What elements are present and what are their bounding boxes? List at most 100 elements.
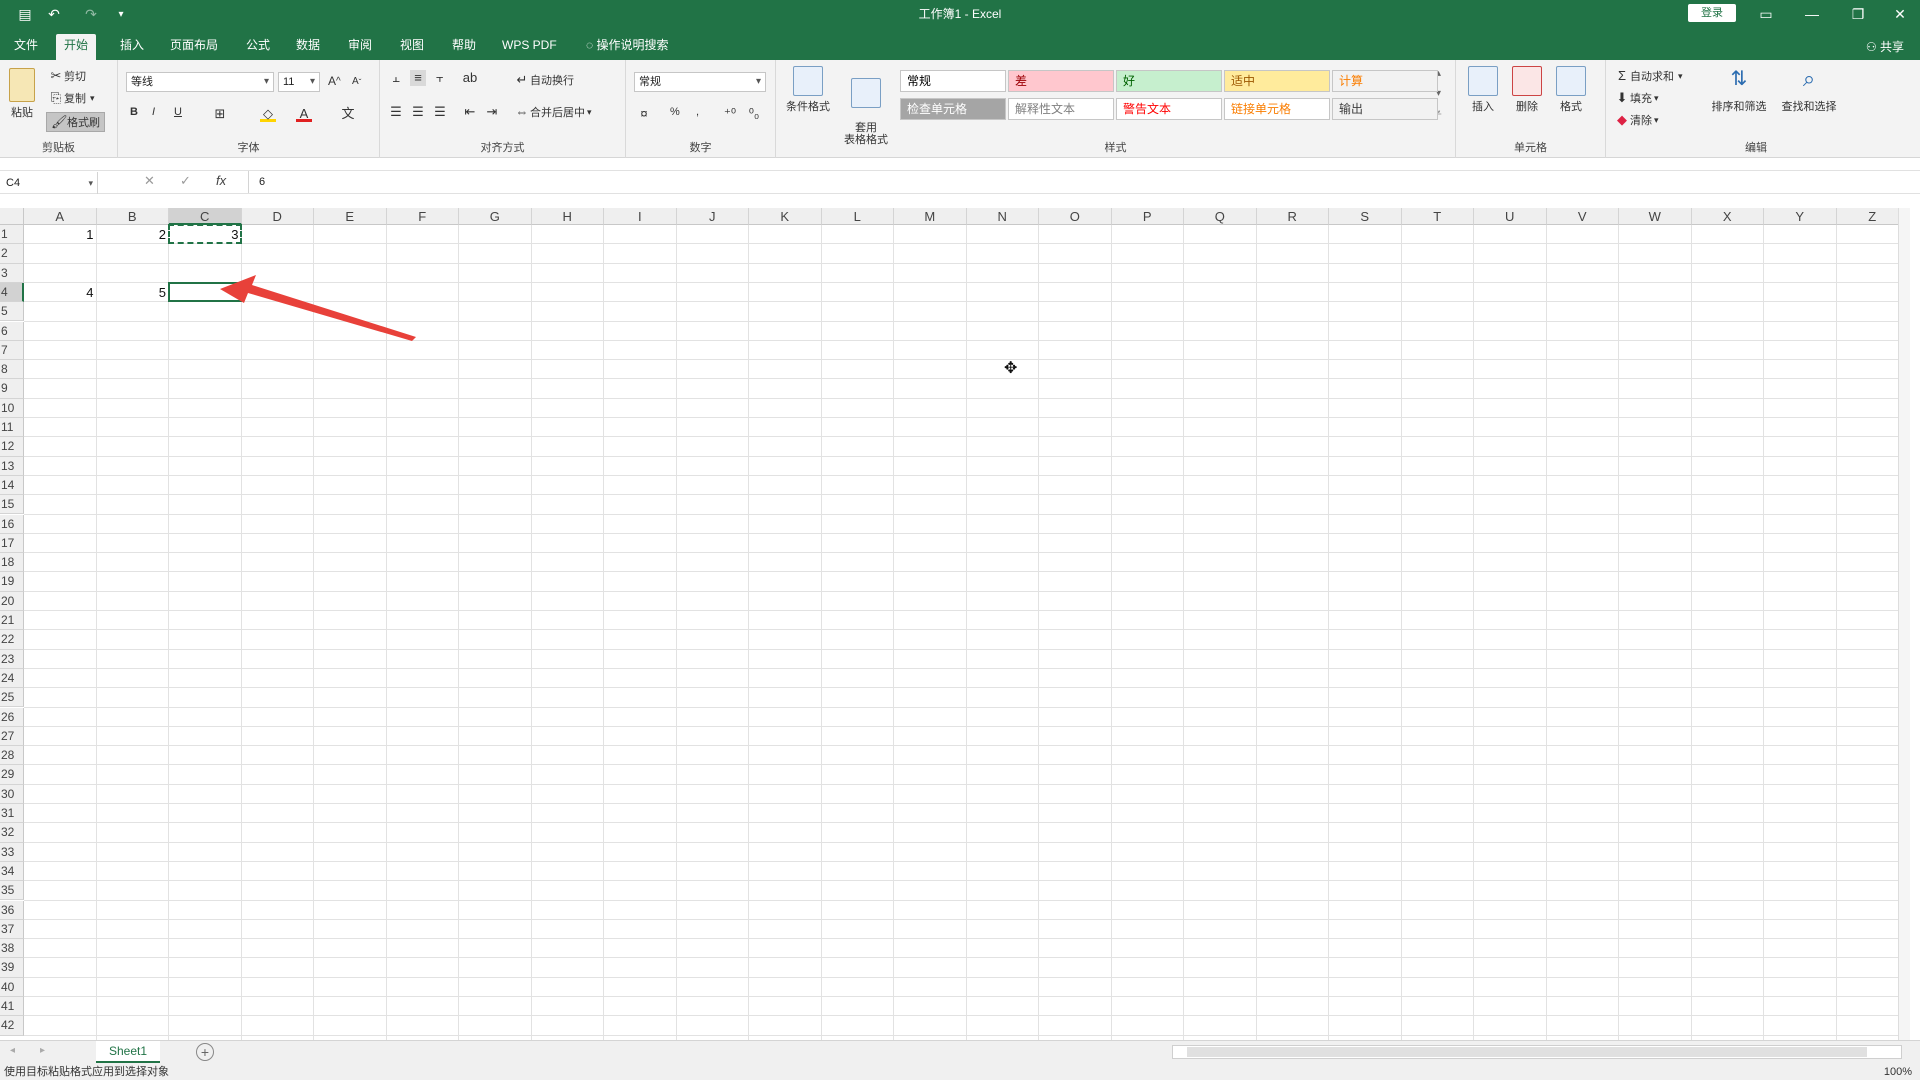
row-header-38[interactable]: 38	[0, 939, 24, 959]
row-header-11[interactable]: 11	[0, 418, 24, 438]
find-select-button[interactable]: ⌕ 查找和选择	[1776, 66, 1842, 114]
tab-wps-pdf[interactable]: WPS PDF	[494, 34, 565, 60]
enter-icon[interactable]: ✓	[180, 173, 191, 189]
minimize-icon[interactable]: —	[1792, 3, 1832, 25]
cell-style-5[interactable]: 计算	[1332, 70, 1438, 92]
font-size-select[interactable]: 11 ▾	[278, 72, 320, 92]
row-header-22[interactable]: 22	[0, 630, 24, 650]
row-header-9[interactable]: 9	[0, 379, 24, 399]
row-header-29[interactable]: 29	[0, 765, 24, 785]
row-header-8[interactable]: 8	[0, 360, 24, 380]
row-header-26[interactable]: 26	[0, 707, 24, 727]
row-header-13[interactable]: 13	[0, 456, 24, 476]
row-header-36[interactable]: 36	[0, 900, 24, 920]
row-header-40[interactable]: 40	[0, 977, 24, 997]
decrease-decimal-button[interactable]: ⁰₀	[746, 106, 762, 122]
row-header-10[interactable]: 10	[0, 398, 24, 418]
cell-style-2[interactable]: 差	[1008, 70, 1114, 92]
tab-home[interactable]: 开始	[56, 34, 97, 60]
cell-style-8[interactable]: 警告文本	[1116, 98, 1222, 120]
cell-style-9[interactable]: 链接单元格	[1224, 98, 1330, 120]
row-header-12[interactable]: 12	[0, 437, 24, 457]
column-header-t[interactable]: T	[1401, 208, 1474, 225]
row-header-17[interactable]: 17	[0, 533, 24, 554]
column-header-y[interactable]: Y	[1764, 208, 1837, 225]
merge-center-button[interactable]: ⇔ 合并后居中 ▾	[514, 104, 592, 120]
tab-view[interactable]: 视图	[392, 34, 432, 60]
format-cells-button[interactable]: 格式	[1552, 66, 1590, 114]
login-button[interactable]: 登录	[1688, 4, 1736, 22]
fill-color-button[interactable]: ◇	[260, 106, 276, 122]
phonetic-button[interactable]: 文	[340, 106, 356, 122]
tab-insert[interactable]: 插入	[112, 34, 152, 60]
column-header-e[interactable]: E	[314, 208, 387, 225]
borders-button[interactable]: ⊞	[212, 106, 228, 122]
row-header-32[interactable]: 32	[0, 823, 24, 843]
column-header-q[interactable]: Q	[1184, 208, 1257, 225]
cell-style-4[interactable]: 适中	[1224, 70, 1330, 92]
column-header-n[interactable]: N	[966, 208, 1039, 225]
sheet-scroll-right-icon[interactable]: ▸	[40, 1045, 45, 1056]
tab-file[interactable]: 文件	[6, 34, 46, 60]
font-name-select[interactable]: 等线 ▾	[126, 72, 274, 92]
column-header-b[interactable]: B	[96, 208, 169, 225]
column-header-o[interactable]: O	[1039, 208, 1112, 225]
cell-b1[interactable]: 2	[97, 225, 170, 244]
row-header-3[interactable]: 3	[0, 263, 24, 283]
row-header-24[interactable]: 24	[0, 668, 24, 689]
row-header-19[interactable]: 19	[0, 572, 24, 592]
row-header-2[interactable]: 2	[0, 244, 24, 264]
column-header-x[interactable]: X	[1691, 208, 1764, 225]
copy-button[interactable]: ⎘ 复制 ▾	[48, 90, 95, 106]
font-color-button[interactable]: A	[296, 106, 312, 122]
column-header-g[interactable]: G	[459, 208, 532, 225]
column-header-h[interactable]: H	[531, 208, 604, 225]
column-header-j[interactable]: J	[676, 208, 749, 225]
delete-cells-button[interactable]: 删除	[1508, 66, 1546, 114]
fill-button[interactable]: ⬇ 填充 ▾	[1614, 90, 1659, 106]
table-format-button[interactable]: 套用 表格格式	[838, 66, 894, 146]
column-header-c[interactable]: C	[169, 208, 242, 225]
column-header-m[interactable]: M	[894, 208, 967, 225]
tell-me-search[interactable]: ◌ 操作说明搜索	[578, 34, 676, 60]
sort-filter-button[interactable]: ⇅ 排序和筛选	[1706, 66, 1772, 114]
insert-cells-button[interactable]: 插入	[1464, 66, 1502, 114]
sheet-tab-sheet1[interactable]: Sheet1	[96, 1041, 160, 1063]
column-header-i[interactable]: I	[604, 208, 677, 225]
tab-page-layout[interactable]: 页面布局	[162, 34, 226, 60]
cell-style-3[interactable]: 好	[1116, 70, 1222, 92]
ribbon-display-icon[interactable]: ▭	[1746, 3, 1786, 25]
horizontal-scroll-thumb[interactable]	[1187, 1047, 1867, 1057]
tab-formulas[interactable]: 公式	[238, 34, 278, 60]
cell-style-10[interactable]: 输出	[1332, 98, 1438, 120]
column-header-r[interactable]: R	[1256, 208, 1329, 225]
row-header-18[interactable]: 18	[0, 553, 24, 573]
vertical-scrollbar[interactable]	[1898, 208, 1910, 1040]
share-button[interactable]: ⚇ 共享	[1866, 38, 1904, 55]
align-middle-button[interactable]: ≡	[410, 70, 426, 86]
decrease-indent-button[interactable]: ⇤	[462, 104, 478, 120]
underline-button[interactable]: U	[174, 106, 182, 118]
increase-decimal-button[interactable]: ⁺⁰	[722, 106, 738, 122]
row-header-41[interactable]: 41	[0, 997, 24, 1017]
row-header-20[interactable]: 20	[0, 591, 24, 611]
active-cell[interactable]	[168, 281, 242, 303]
cell-a4[interactable]: 4	[24, 283, 97, 302]
restore-icon[interactable]: ❐	[1838, 3, 1878, 25]
worksheet-grid[interactable]: A B C D E F G H I J K L M N O P Q R S T U V W X Y Z 1 2 3 4 5 6 7 8 9 10 11 1…	[0, 208, 1910, 1040]
row-header-14[interactable]: 14	[0, 475, 24, 496]
row-header-35[interactable]: 35	[0, 881, 24, 901]
add-sheet-icon[interactable]: +	[196, 1043, 214, 1061]
zoom-level[interactable]: 100%	[1884, 1064, 1912, 1080]
clear-button[interactable]: ◆ 清除 ▾	[1614, 112, 1659, 128]
row-header-7[interactable]: 7	[0, 340, 24, 361]
row-header-21[interactable]: 21	[0, 611, 24, 631]
wrap-text-button[interactable]: ↵ 自动换行	[514, 72, 574, 88]
italic-button[interactable]: I	[152, 106, 155, 118]
tab-help[interactable]: 帮助	[444, 34, 484, 60]
cell-style-1[interactable]: 常规	[900, 70, 1006, 92]
row-header-16[interactable]: 16	[0, 514, 24, 534]
column-header-f[interactable]: F	[386, 208, 459, 225]
row-header-6[interactable]: 6	[0, 321, 24, 341]
column-header-v[interactable]: V	[1546, 208, 1619, 225]
